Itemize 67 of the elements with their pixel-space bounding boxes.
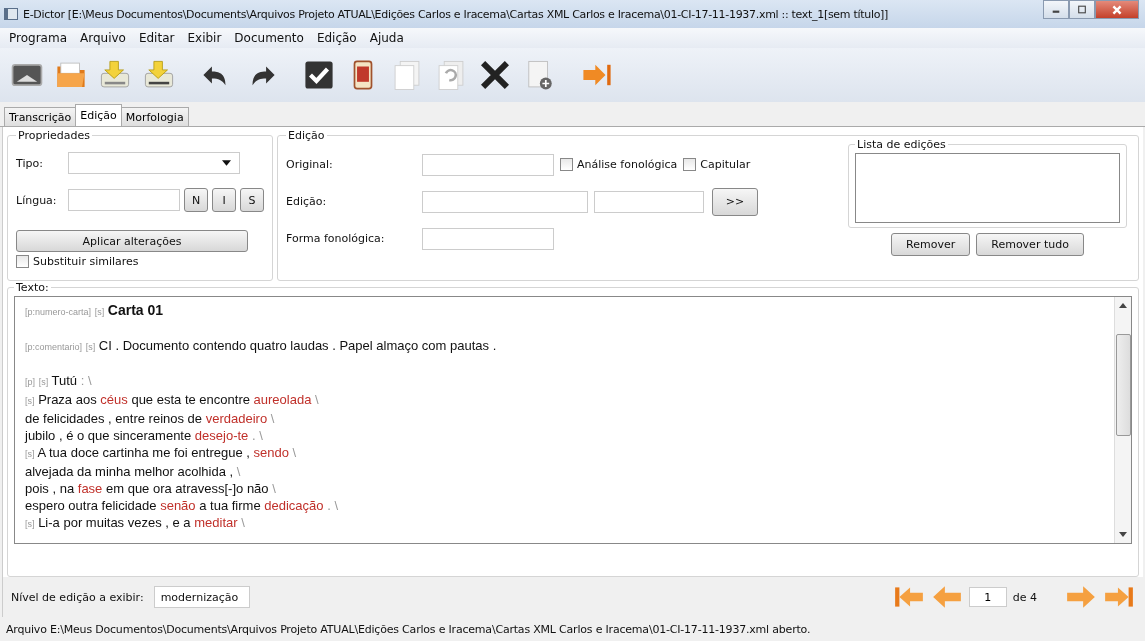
edits-list[interactable]: [855, 153, 1120, 223]
scroll-down-icon[interactable]: [1119, 532, 1127, 537]
remove-button[interactable]: Remover: [891, 233, 971, 256]
field-label: Edição:: [286, 195, 328, 208]
close-button[interactable]: [1095, 0, 1139, 19]
remove-button[interactable]: Remover tudo: [976, 233, 1084, 256]
first-page-icon[interactable]: [892, 584, 925, 610]
language-button[interactable]: S: [240, 188, 264, 212]
checkbox-label: Análise fonológica: [577, 158, 678, 171]
menu-item[interactable]: Ajuda: [369, 31, 404, 45]
edition-field[interactable]: [422, 190, 588, 213]
menu-item[interactable]: Programa: [9, 31, 67, 45]
group-title: Lista de edições: [856, 138, 947, 151]
menu-item[interactable]: Arquivo: [80, 31, 126, 45]
apply-button[interactable]: Aplicar alterações: [16, 230, 248, 252]
checkbox-label: Capitular: [700, 158, 751, 171]
close-icon: [1111, 4, 1123, 16]
level-dropdown[interactable]: modernização: [153, 586, 250, 608]
checkbox-label: Substituir similares: [33, 255, 139, 268]
text-line: jubilo , é o que sinceramente desejo-te . \: [25, 427, 264, 444]
text-line: [s] Li-a por muitas vezes , e a meditar \: [25, 514, 246, 532]
minimize-button[interactable]: [1043, 0, 1069, 19]
text-editor[interactable]: [14, 296, 1132, 544]
text-line: [s] Praza aos céus que esta te encontre aureolada \: [25, 391, 320, 409]
transfer-button[interactable]: >>: [712, 187, 758, 216]
language-button[interactable]: N: [184, 188, 208, 212]
tab[interactable]: Edição: [75, 104, 122, 126]
page-total: de 4: [1012, 590, 1037, 604]
next-page-icon[interactable]: [1065, 584, 1097, 610]
text-line: de felicidades , entre reinos de verdadeiro \: [25, 410, 276, 427]
field-label: Forma fonológica:: [286, 232, 386, 245]
maximize-button[interactable]: [1069, 0, 1095, 19]
text-line: espero outra felicidade senão a tua firme dedicação . \: [25, 497, 339, 514]
group-title: Texto:: [15, 281, 50, 294]
text-line: [p:numero-carta] [s] Carta 01: [25, 302, 165, 320]
original-field[interactable]: [422, 153, 554, 176]
app-icon: [4, 8, 18, 20]
field-label: Original:: [286, 158, 334, 171]
text-line: [p:comentario] [s] CI . Documento contendo quatro laudas . Papel almaço com pautas .: [25, 337, 498, 355]
text-line: pois , na fase em que ora atravess[-]o não \: [25, 480, 277, 497]
checkbox[interactable]: [683, 158, 697, 171]
group-title: Propriedades: [17, 129, 91, 142]
field-label: Língua:: [16, 193, 58, 207]
text-line: [s] A tua doce cartinha me foi entregue , sendo \: [25, 444, 298, 462]
phonological-field[interactable]: [422, 227, 554, 250]
checkbox[interactable]: [16, 255, 29, 268]
menu-item[interactable]: Exibir: [187, 31, 222, 45]
scroll-up-icon[interactable]: [1119, 303, 1127, 308]
caret-icon: [222, 160, 231, 166]
menu-item[interactable]: Edição: [316, 31, 357, 45]
language-field[interactable]: [68, 189, 180, 211]
field-label: Nível de edição a exibir:: [11, 590, 144, 604]
checkbox[interactable]: [560, 158, 573, 171]
tab[interactable]: Transcrição: [4, 107, 77, 126]
menu-item[interactable]: Editar: [138, 31, 175, 45]
menu-item[interactable]: Documento: [234, 31, 304, 45]
last-page-icon[interactable]: [1103, 584, 1135, 610]
text-line: alvejada da minha melhor acolhida , \: [25, 463, 242, 480]
scrollbar[interactable]: [1114, 297, 1131, 543]
group-title: Edição: [287, 129, 326, 142]
edition-field[interactable]: [594, 190, 704, 213]
language-button[interactable]: I: [212, 188, 236, 212]
field-label: Tipo:: [16, 156, 44, 170]
window-title: E-Dictor [E:\Meus Documentos\Documents\Arquivos Projeto ATUAL\Edições Carlos e Iracema\Cartas XML Carlos e Iracema\01-CI-17-11-1937.xml :: text_1[sem título]]: [23, 7, 889, 21]
page-field[interactable]: 1: [968, 587, 1007, 607]
text-line: [p] [s] Tutú : \: [25, 372, 93, 390]
tab[interactable]: Morfologia: [120, 107, 189, 126]
